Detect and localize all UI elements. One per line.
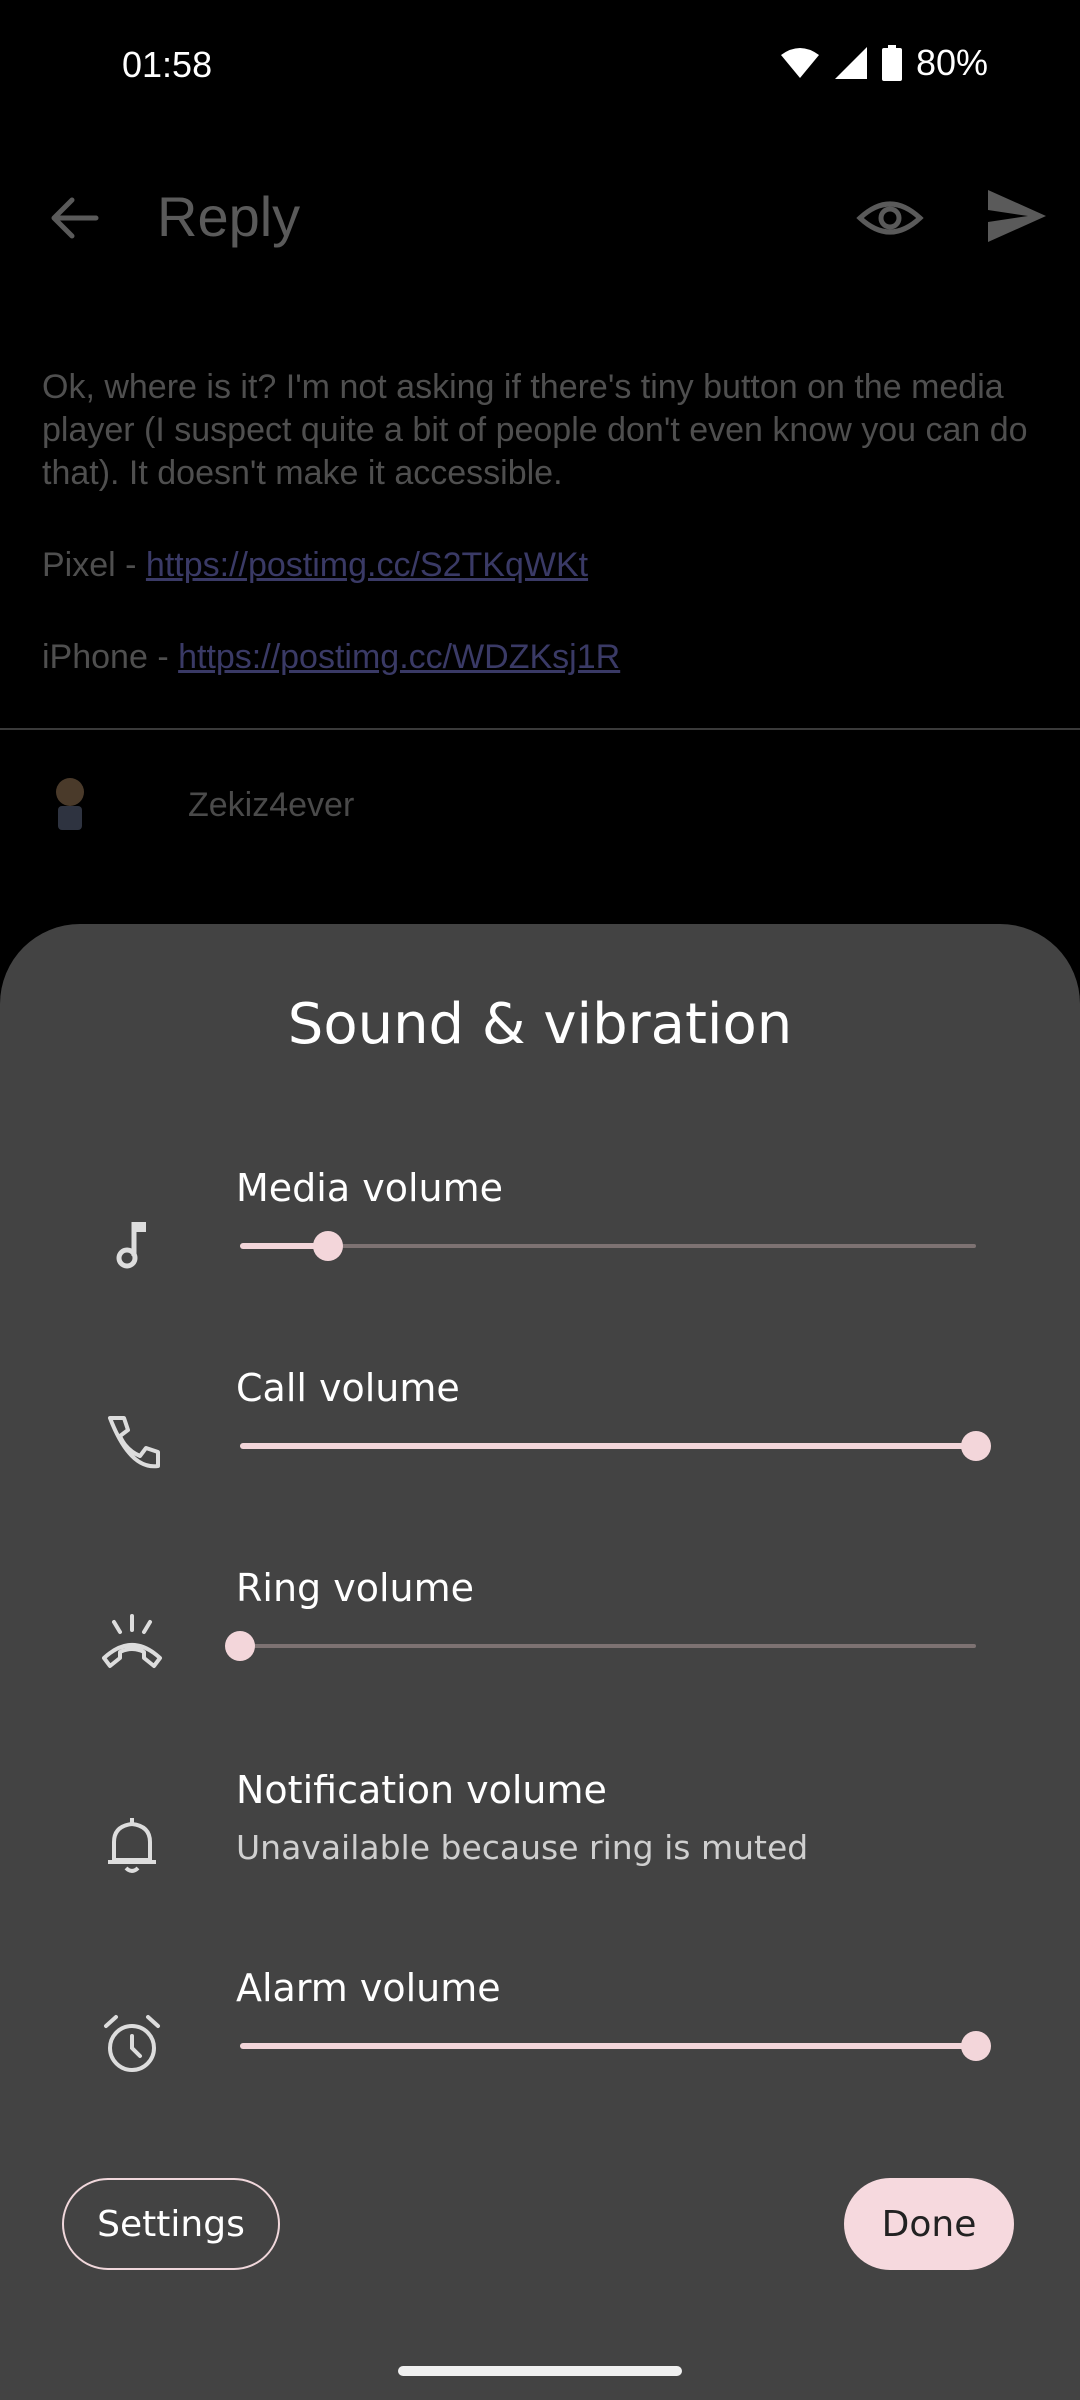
alarm-volume-label: Alarm volume bbox=[236, 1966, 501, 2010]
music-note-icon bbox=[116, 1222, 146, 1269]
iphone-link[interactable]: https://postimg.cc/WDZKsj1R bbox=[178, 638, 620, 676]
pixel-prefix: Pixel - bbox=[42, 546, 146, 584]
message-paragraph: Ok, where is it? I'm not asking if there… bbox=[42, 368, 1028, 492]
ring-volume-row: Ring volume bbox=[0, 1566, 1080, 1746]
message-body: Ok, where is it? I'm not asking if there… bbox=[42, 366, 1042, 728]
call-volume-label: Call volume bbox=[236, 1366, 460, 1410]
phone-icon bbox=[108, 1416, 160, 1469]
call-volume-row: Call volume bbox=[0, 1366, 1080, 1546]
background-reply-screen: Reply Ok, where is it? I'm not asking if… bbox=[0, 134, 1080, 924]
slider-fill bbox=[240, 2043, 976, 2049]
call-volume-slider[interactable] bbox=[236, 1426, 991, 1466]
media-volume-row: Media volume bbox=[0, 1166, 1080, 1346]
alarm-icon bbox=[104, 2015, 160, 2072]
iphone-prefix: iPhone - bbox=[42, 638, 179, 676]
wifi-icon bbox=[780, 48, 819, 78]
username: Zekiz4ever bbox=[188, 786, 355, 824]
page-title: Reply bbox=[157, 185, 301, 248]
slider-thumb[interactable] bbox=[961, 1431, 991, 1461]
divider bbox=[0, 728, 1080, 730]
status-icons: 80% bbox=[780, 42, 988, 84]
alarm-volume-row: Alarm volume bbox=[0, 1966, 1080, 2146]
settings-button[interactable]: Settings bbox=[62, 2178, 280, 2270]
back-arrow-icon[interactable] bbox=[42, 186, 106, 250]
eye-icon[interactable] bbox=[856, 186, 924, 250]
status-time: 01:58 bbox=[122, 44, 213, 85]
slider-thumb[interactable] bbox=[313, 1231, 344, 1261]
slider-thumb[interactable] bbox=[225, 1631, 255, 1661]
message-pixel-line: Pixel - https://postimg.cc/S2TKqWKt bbox=[42, 544, 1042, 587]
pixel-link[interactable]: https://postimg.cc/S2TKqWKt bbox=[146, 546, 588, 584]
slider-track bbox=[240, 1644, 976, 1648]
notification-volume-subtitle: Unavailable because ring is muted bbox=[236, 1828, 809, 1867]
sound-vibration-sheet: Sound & vibration Media volume Call volu… bbox=[0, 924, 1080, 2400]
slider-track bbox=[240, 1244, 976, 1248]
ring-volume-label: Ring volume bbox=[236, 1566, 475, 1610]
done-button[interactable]: Done bbox=[844, 2178, 1014, 2270]
send-icon[interactable] bbox=[984, 184, 1048, 248]
notification-volume-label: Notification volume bbox=[236, 1768, 607, 1812]
ring-volume-slider[interactable] bbox=[225, 1626, 976, 1666]
battery-percent: 80% bbox=[915, 42, 988, 83]
media-volume-label: Media volume bbox=[236, 1166, 503, 1210]
status-bar: 01:58 80% bbox=[0, 0, 1080, 134]
slider-fill bbox=[240, 1443, 976, 1449]
notification-volume-row: Notification volume Unavailable because … bbox=[0, 1768, 1080, 1948]
sheet-title: Sound & vibration bbox=[287, 992, 793, 1057]
ring-muted-icon bbox=[102, 1614, 162, 1668]
app-bar: Reply bbox=[0, 134, 1080, 304]
battery-icon bbox=[881, 45, 902, 81]
message-iphone-line: iPhone - https://postimg.cc/WDZKsj1R bbox=[42, 636, 1042, 679]
media-volume-slider[interactable] bbox=[236, 1226, 976, 1266]
bell-icon bbox=[108, 1818, 156, 1873]
user-row[interactable]: Zekiz4ever bbox=[0, 774, 1080, 894]
avatar bbox=[56, 778, 84, 830]
alarm-volume-slider[interactable] bbox=[236, 2026, 991, 2066]
signal-icon bbox=[834, 47, 867, 79]
slider-thumb[interactable] bbox=[961, 2031, 991, 2061]
home-indicator[interactable] bbox=[398, 2366, 682, 2376]
